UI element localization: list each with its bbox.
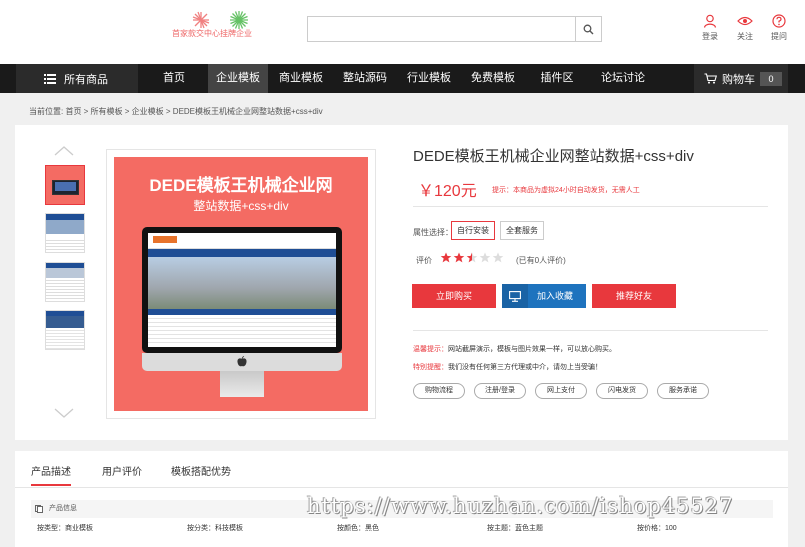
cart-count-badge: 0 <box>760 72 782 86</box>
tip-special: 特别提醒：我们没有任何第三方代理或中介，请勿上当受骗！ <box>413 362 602 372</box>
thumbnail-1[interactable] <box>45 165 85 205</box>
nav-item-home[interactable]: 首页 <box>152 64 196 93</box>
divider <box>413 206 768 207</box>
buy-now-button[interactable]: 立即购买 <box>412 284 496 308</box>
monitor-stand <box>220 371 264 397</box>
tip-warm-label: 温馨提示： <box>413 346 448 353</box>
tip-special-text: 我们没有任何第三方代理或中介，请勿上当受骗！ <box>448 364 602 371</box>
tab-divider <box>15 487 788 488</box>
login-button[interactable]: 登录 <box>698 14 722 42</box>
breadcrumb: 当前位置: 首页 > 所有模板 > 企业模板 > DEDE模板王机械企业网整站数… <box>29 107 323 116</box>
ask-label: 提问 <box>771 32 787 41</box>
info-type: 按类型：商业模板 <box>37 525 93 532</box>
nav-item-free[interactable]: 免费模板 <box>464 64 522 93</box>
ask-button[interactable]: 提问 <box>767 14 791 42</box>
cart-label: 购物车 <box>722 73 755 86</box>
search-input[interactable] <box>307 16 576 42</box>
thumbnail-3[interactable] <box>45 262 85 302</box>
nav-item-plugins[interactable]: 插件区 <box>530 64 584 93</box>
add-favorite-label: 加入收藏 <box>536 291 573 301</box>
search-icon <box>583 24 594 34</box>
user-icon <box>703 14 717 28</box>
menu-icon <box>44 74 56 84</box>
login-label: 登录 <box>702 32 718 41</box>
add-favorite-button[interactable]: 加入收藏 <box>502 284 586 308</box>
attr-label: 属性选择： <box>413 228 453 237</box>
thumbnail-2[interactable] <box>45 213 85 253</box>
follow-label: 关注 <box>737 32 753 41</box>
service-tag-process[interactable]: 购物流程 <box>413 383 465 399</box>
product-title: DEDE模板王机械企业网整站数据+css+div <box>413 148 694 165</box>
nav-item-commercial[interactable]: 商业模板 <box>272 64 330 93</box>
tip-special-label: 特别提醒： <box>413 364 448 371</box>
follow-button[interactable]: 关注 <box>733 14 757 42</box>
product-image: DEDE模板王机械企业网 整站数据+css+div <box>106 149 376 419</box>
star-full-icon <box>440 252 452 263</box>
service-tag-shipping[interactable]: 闪电发货 <box>596 383 648 399</box>
main-nav: 所有商品 首页 企业模板 商业模板 整站源码 行业模板 免费模板 插件区 论坛讨… <box>0 64 805 93</box>
eye-icon <box>737 16 753 26</box>
tip-warm: 温馨提示：网站截屏演示，模板与图片效果一样，可以放心购买。 <box>413 344 616 354</box>
price-note: 提示：本商品为虚拟24小时自动发货，无需人工 <box>492 187 640 194</box>
question-icon <box>772 14 786 28</box>
info-theme: 按主题：蓝色主题 <box>487 525 543 532</box>
recommend-button[interactable]: 推荐好友 <box>592 284 676 308</box>
product-price: ￥120元 <box>418 183 477 200</box>
monitor-screen <box>142 227 342 353</box>
top-header: 首家款交中心挂牌企业 登录 关注 提问 <box>0 0 805 64</box>
star-full-icon <box>453 252 465 263</box>
cart-button[interactable]: 购物车 0 <box>694 64 788 93</box>
rating-stars <box>440 252 504 263</box>
option-self-install[interactable]: 自行安装 <box>451 221 495 240</box>
service-tag-promise[interactable]: 服务承诺 <box>657 383 709 399</box>
logo-text: 首家款交中心挂牌企业 <box>172 29 252 38</box>
rating-label: 评价 <box>416 256 432 265</box>
tab-reviews[interactable]: 用户评价 <box>102 463 142 478</box>
tab-advantages[interactable]: 模板搭配优势 <box>171 463 231 478</box>
chevron-up-icon[interactable] <box>54 146 74 156</box>
image-subline: 整站数据+css+div <box>193 199 289 213</box>
chevron-down-icon[interactable] <box>54 408 74 418</box>
apple-logo-icon <box>237 356 247 367</box>
all-categories-button[interactable]: 所有商品 <box>16 64 138 93</box>
nav-item-forum[interactable]: 论坛讨论 <box>592 64 654 93</box>
cart-icon <box>704 73 717 84</box>
service-tag-payment[interactable]: 网上支付 <box>535 383 587 399</box>
info-price: 按价格：100 <box>637 525 677 532</box>
document-icon <box>35 505 43 513</box>
info-color: 按颜色：黑色 <box>337 525 379 532</box>
tip-warm-text: 网站截屏演示，模板与图片效果一样，可以放心购买。 <box>448 346 616 353</box>
option-full-service[interactable]: 全套服务 <box>500 221 544 240</box>
nav-item-source[interactable]: 整站源码 <box>336 64 394 93</box>
thumbnail-4[interactable] <box>45 310 85 350</box>
divider <box>413 330 768 331</box>
watermark: https://www.huzhan.com/ishop45527 <box>307 494 734 518</box>
rating-count: (已有0人评价) <box>516 256 566 265</box>
info-header-label: 产品信息 <box>49 505 77 512</box>
all-categories-label: 所有商品 <box>64 73 108 86</box>
monitor-icon <box>509 290 521 302</box>
nav-item-industry[interactable]: 行业模板 <box>400 64 458 93</box>
service-tag-register[interactable]: 注册/登录 <box>474 383 526 399</box>
search-button[interactable] <box>576 16 602 42</box>
tab-description[interactable]: 产品描述 <box>31 463 71 486</box>
star-empty-icon <box>479 252 491 263</box>
nav-item-enterprise[interactable]: 企业模板 <box>208 64 268 93</box>
info-category: 按分类：科技模板 <box>187 525 243 532</box>
star-empty-icon <box>492 252 504 263</box>
star-half-icon <box>466 252 478 263</box>
image-headline: DEDE模板王机械企业网 <box>149 176 333 195</box>
